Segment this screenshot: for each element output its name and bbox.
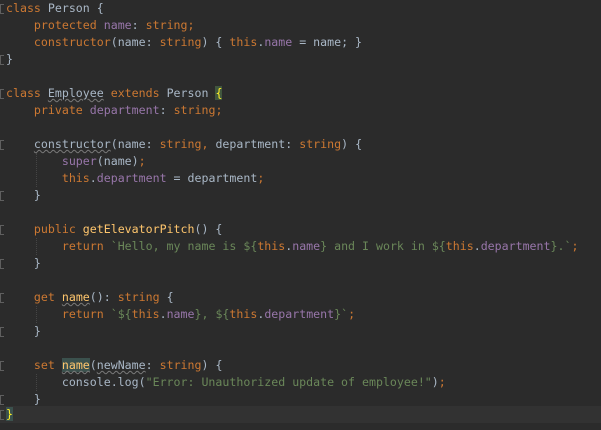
code-line-19: return `${this.name}, ${this.department}…: [61, 307, 356, 321]
console-call: console.log(: [61, 375, 146, 389]
class-name: Person: [166, 86, 209, 100]
code-line-11: this.department = department;: [61, 171, 265, 185]
code-line-16: }: [0, 255, 601, 272]
fold-marker-icon[interactable]: [0, 293, 4, 303]
fold-marker-icon[interactable]: [0, 55, 4, 65]
punct: :: [131, 18, 146, 32]
code-line-14: public getElevatorPitch() {: [0, 221, 601, 238]
param: department: [187, 171, 258, 185]
fold-marker-icon[interactable]: [0, 140, 4, 150]
indent-guide: [36, 306, 37, 323]
fold-marker-icon[interactable]: [0, 191, 4, 201]
field-name: name: [103, 18, 132, 32]
paren: (: [110, 35, 118, 49]
code-line-1: class Person {: [0, 0, 601, 17]
paren: ): [201, 35, 209, 49]
code-line-9: constructor(name: string, department: st…: [0, 136, 601, 153]
fold-marker-icon[interactable]: [0, 259, 4, 269]
param: name: [117, 137, 146, 151]
matched-brace: {: [215, 86, 223, 100]
type: string: [173, 103, 216, 117]
keyword: private: [33, 103, 83, 117]
param: newName: [96, 358, 146, 372]
semicolon: ;: [187, 18, 195, 32]
fold-marker-icon[interactable]: [0, 361, 4, 371]
method-name: getElevatorPitch: [82, 222, 195, 236]
field-name: department: [96, 171, 167, 185]
fold-marker-icon[interactable]: [0, 225, 4, 235]
code-line-2: protected name: string;: [0, 17, 601, 34]
indent-guide: [36, 153, 37, 187]
string-literal: "Error: Unauthorized update of employee!…: [145, 375, 432, 389]
fold-marker-icon[interactable]: [0, 327, 4, 337]
code-line-3: constructor(name: string) { this.name = …: [33, 35, 363, 49]
code-line-25-current[interactable]: }: [0, 406, 601, 423]
param: department: [215, 137, 286, 151]
code-editor[interactable]: class Person { protected name: string; c…: [0, 0, 601, 430]
keyword: class: [6, 86, 41, 100]
fold-marker-icon[interactable]: [0, 410, 4, 420]
semicolon: ;: [215, 103, 223, 117]
keyword: this: [61, 171, 90, 185]
fold-marker-icon[interactable]: [0, 395, 4, 405]
super-call: super: [61, 154, 97, 168]
keyword: extends: [110, 86, 160, 100]
assignment: = name; }: [292, 35, 363, 49]
code-line-10: super(name);: [61, 154, 146, 168]
code-line-18: get name(): string {: [0, 289, 601, 306]
code-line-4: }: [0, 51, 601, 68]
class-name: Person: [47, 1, 90, 15]
type: string: [159, 137, 202, 151]
code-line-15: return `Hello, my name is ${this.name} a…: [61, 239, 579, 253]
constructor-keyword: constructor: [33, 137, 111, 151]
param: name: [117, 35, 146, 49]
fold-marker-icon[interactable]: [0, 89, 4, 99]
keyword: get: [33, 290, 55, 304]
keyword: this: [229, 35, 258, 49]
code-line-20: }: [0, 323, 601, 340]
code-line-22: set name(newName: string) {: [0, 357, 601, 374]
indent-guide: [36, 238, 37, 255]
code-line-6: class Employee extends Person {: [0, 85, 601, 102]
brace: }: [6, 52, 13, 66]
keyword: public: [33, 222, 76, 236]
code-line-23: console.log("Error: Unauthorized update …: [61, 375, 446, 389]
indent-guide: [36, 374, 37, 391]
class-name: Employee: [47, 86, 104, 100]
matched-brace: }: [6, 407, 13, 421]
code-line-7: private department: string;: [33, 103, 223, 117]
code-line-12: }: [0, 187, 601, 204]
template-string: `Hello, my name is ${: [110, 239, 258, 253]
setter-name: name: [61, 358, 90, 372]
fold-marker-icon[interactable]: [0, 4, 4, 14]
type: string: [159, 35, 202, 49]
keyword: class: [6, 1, 41, 15]
getter-name: name: [61, 290, 90, 304]
field-name: department: [89, 103, 160, 117]
arg: name: [103, 154, 132, 168]
type: string: [299, 137, 342, 151]
keyword: return: [61, 239, 104, 253]
field-name: name: [264, 35, 293, 49]
keyword: protected: [33, 18, 97, 32]
type: string: [145, 18, 188, 32]
keyword: constructor: [33, 35, 111, 49]
brace: {: [89, 1, 104, 15]
